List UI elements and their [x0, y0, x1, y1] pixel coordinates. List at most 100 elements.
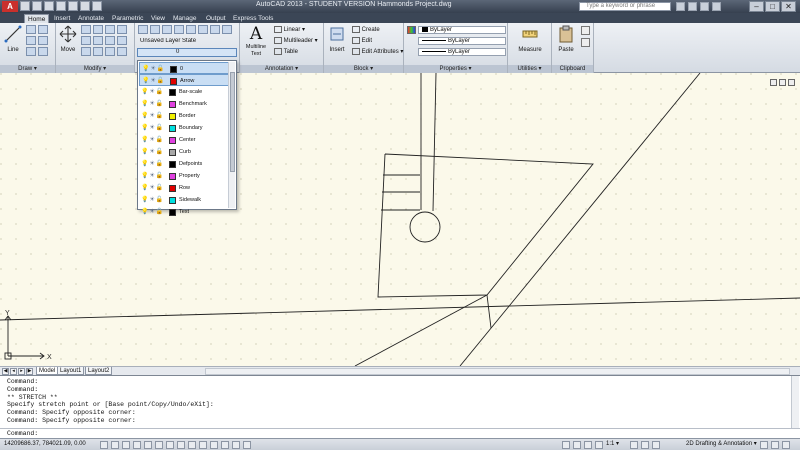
layer-row[interactable]: 💡☀🔓 Curb: [139, 146, 229, 158]
lineweight-dropdown[interactable]: ByLayer: [418, 48, 506, 56]
tab-home[interactable]: Home: [24, 14, 50, 23]
polyline-icon[interactable]: [26, 25, 36, 34]
layer-state-icons[interactable]: 💡☀🔓: [141, 160, 167, 168]
layer-lock-icon[interactable]: [186, 25, 196, 34]
current-layer-dropdown[interactable]: 0: [137, 48, 237, 57]
linear-dimension-button[interactable]: Linear ▾: [274, 26, 305, 34]
snap-mode-icon[interactable]: [111, 441, 119, 449]
new-icon[interactable]: [20, 1, 30, 11]
multiline-text-button[interactable]: A Multiline Text: [242, 25, 270, 58]
fillet-icon[interactable]: [105, 36, 115, 45]
prev-layout-button[interactable]: ◂: [10, 368, 17, 375]
command-input[interactable]: Command:: [0, 428, 800, 438]
layer-properties-icon[interactable]: [138, 25, 148, 34]
lineweight-icon[interactable]: [210, 441, 218, 449]
maximize-button[interactable]: □: [765, 1, 780, 12]
application-menu-button[interactable]: A: [2, 1, 18, 12]
workspace-switch-dropdown[interactable]: 2D Drafting & Annotation ▾: [686, 440, 757, 449]
close-button[interactable]: ✕: [781, 1, 796, 12]
grid-display-icon[interactable]: [122, 441, 130, 449]
layer-list-scrollbar[interactable]: [228, 62, 235, 208]
auto-scale-icon[interactable]: [630, 441, 638, 449]
layer-match-icon[interactable]: [198, 25, 208, 34]
edit-attributes-button[interactable]: Edit Attributes ▾: [352, 48, 403, 56]
binoculars-icon[interactable]: [676, 2, 685, 11]
next-layout-button[interactable]: ▸: [18, 368, 25, 375]
viewport-close-button[interactable]: [788, 79, 795, 86]
coordinates-readout[interactable]: 14209686.37, 784021.09, 0.00: [4, 441, 86, 447]
sign-in-icon[interactable]: [688, 2, 697, 11]
tab-manage[interactable]: Manage: [170, 14, 200, 23]
explode-icon[interactable]: [117, 25, 127, 34]
modify-panel-title[interactable]: Modify ▾: [56, 65, 134, 73]
insert-button[interactable]: Insert: [326, 25, 348, 54]
linetype-dropdown[interactable]: ByLayer: [418, 37, 506, 45]
layer-row[interactable]: 💡☀🔓 Text: [139, 206, 229, 218]
lock-ui-icon[interactable]: [760, 441, 768, 449]
draw-panel-title[interactable]: Draw ▾: [0, 65, 55, 73]
table-button[interactable]: Table: [274, 48, 298, 56]
layer-state-icons[interactable]: 💡☀🔓: [141, 172, 167, 180]
erase-icon[interactable]: [105, 25, 115, 34]
polar-tracking-icon[interactable]: [144, 441, 152, 449]
layer-state-icons[interactable]: 💡☀🔓: [141, 196, 167, 204]
last-layout-button[interactable]: ▶: [26, 368, 33, 375]
open-icon[interactable]: [32, 1, 42, 11]
selection-cycling-icon[interactable]: [243, 441, 251, 449]
annotation-panel-title[interactable]: Annotation ▾: [240, 65, 323, 73]
circle-icon[interactable]: [38, 25, 48, 34]
offset-icon[interactable]: [105, 47, 115, 56]
drawing-svg[interactable]: Y X: [0, 73, 800, 366]
line-button[interactable]: Line: [3, 25, 23, 54]
trim-icon[interactable]: [93, 25, 103, 34]
dynamic-input-icon[interactable]: [199, 441, 207, 449]
tab-output[interactable]: Output: [203, 14, 229, 23]
layer-row[interactable]: 💡☀🔓 Property: [139, 170, 229, 182]
exchange-icon[interactable]: [700, 2, 709, 11]
quick-properties-icon[interactable]: [232, 441, 240, 449]
match-properties-icon[interactable]: [407, 26, 416, 34]
layer-row[interactable]: 💡☀🔓 Border: [139, 110, 229, 122]
search-input[interactable]: Type a keyword or phrase: [579, 2, 671, 11]
ellipse-icon[interactable]: [38, 47, 48, 56]
layer-state-icons[interactable]: 💡☀🔓: [142, 77, 168, 85]
rectangle-icon[interactable]: [38, 36, 48, 45]
layer-state-icons[interactable]: 💡☀🔓: [141, 148, 167, 156]
copy-icon[interactable]: [81, 36, 91, 45]
horizontal-scrollbar[interactable]: [205, 368, 790, 375]
tab-annotate[interactable]: Annotate: [75, 14, 107, 23]
viewport-minimize-button[interactable]: [770, 79, 777, 86]
stretch-icon[interactable]: [81, 47, 91, 56]
isolate-objects-icon[interactable]: [771, 441, 779, 449]
layer-state-icons[interactable]: 💡☀🔓: [141, 184, 167, 192]
first-layout-button[interactable]: ◀: [2, 368, 9, 375]
dynamic-ucs-icon[interactable]: [188, 441, 196, 449]
tab-model[interactable]: Model: [36, 367, 59, 375]
layer-row[interactable]: 💡☀🔓 Sidewalk: [139, 194, 229, 206]
layer-state-icons[interactable]: 💡☀🔓: [141, 124, 167, 132]
plot-icon[interactable]: [92, 1, 102, 11]
copy-clip-icon[interactable]: [581, 38, 590, 47]
save-icon[interactable]: [44, 1, 54, 11]
layer-state-icons[interactable]: 💡☀🔓: [142, 65, 168, 73]
annotation-visibility-icon[interactable]: [595, 441, 603, 449]
layer-row[interactable]: 💡☀🔓 Benchmark: [139, 98, 229, 110]
scale-icon[interactable]: [93, 47, 103, 56]
layer-state-dropdown[interactable]: Unsaved Layer State: [137, 38, 237, 46]
tab-layout1[interactable]: Layout1: [57, 367, 85, 375]
layer-row[interactable]: 💡☀🔓 Defpoints: [139, 158, 229, 170]
layer-row[interactable]: 💡☀🔓 Arrow: [139, 74, 229, 86]
workspace-gear-icon[interactable]: [652, 441, 660, 449]
help-icon[interactable]: [712, 2, 721, 11]
layer-freeze-icon[interactable]: [174, 25, 184, 34]
drawing-canvas[interactable]: Y X: [0, 73, 800, 366]
layer-state-icons[interactable]: 💡☀🔓: [141, 208, 167, 216]
hatch-icon[interactable]: [26, 47, 36, 56]
cut-icon[interactable]: [581, 26, 590, 35]
layer-row[interactable]: 💡☀🔓 Bar-scale: [139, 86, 229, 98]
layer-row[interactable]: 💡☀🔓 Row: [139, 182, 229, 194]
undo-icon[interactable]: [68, 1, 78, 11]
ortho-mode-icon[interactable]: [133, 441, 141, 449]
layer-unisolate-icon[interactable]: [222, 25, 232, 34]
layer-state-icons[interactable]: 💡☀🔓: [141, 136, 167, 144]
